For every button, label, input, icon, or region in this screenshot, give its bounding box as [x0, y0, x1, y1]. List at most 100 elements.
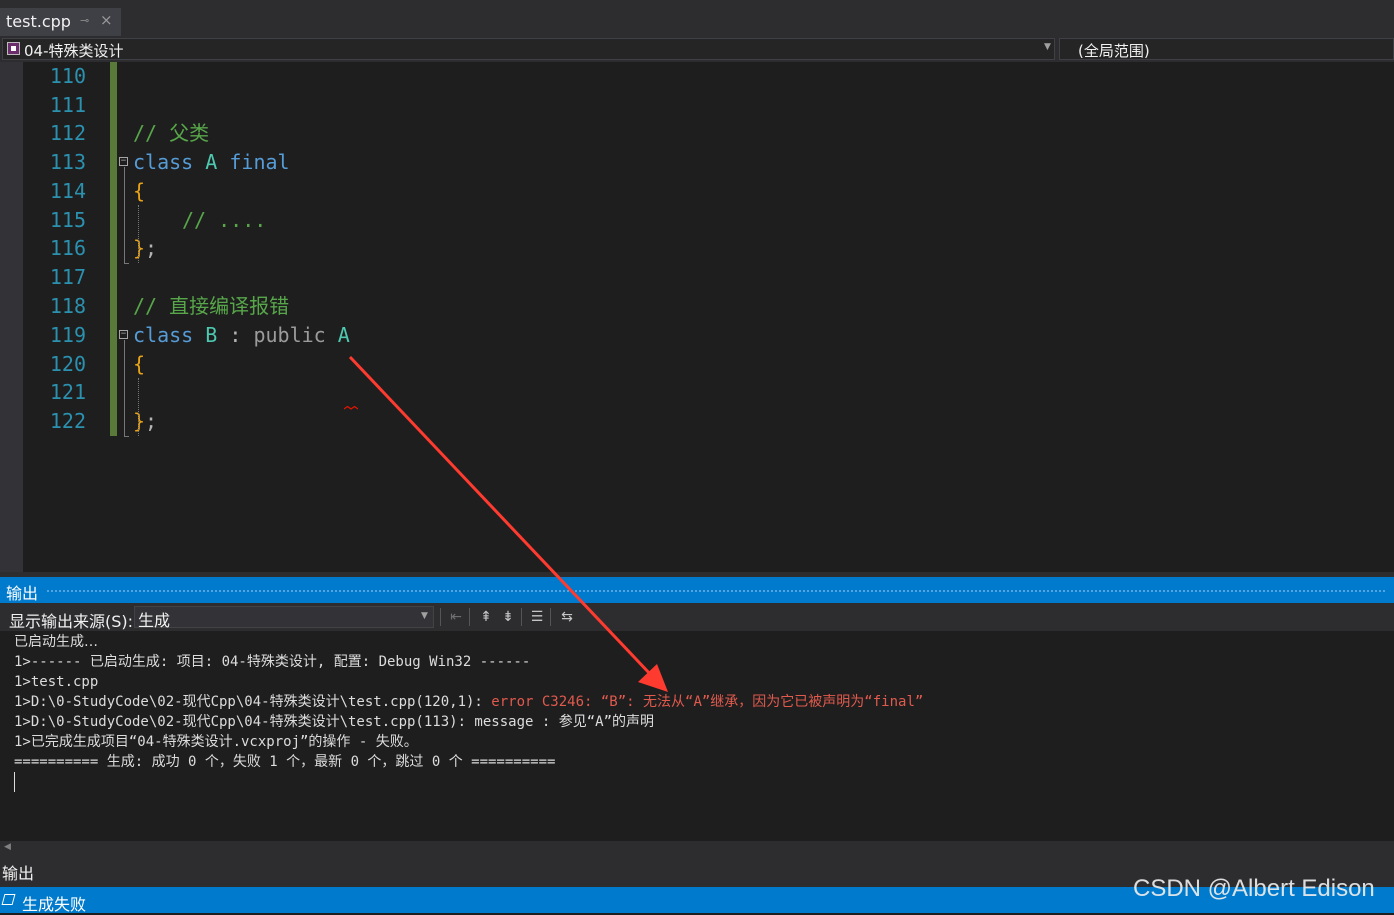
- navigation-bar: 04-特殊类设计 ▼ (全局范围): [0, 36, 1394, 62]
- drag-grip[interactable]: [46, 589, 1386, 593]
- semicolon: ;: [145, 236, 158, 260]
- toggle-word-wrap-icon[interactable]: ⇆: [558, 608, 576, 626]
- chevron-down-icon: ▼: [421, 611, 428, 621]
- status-text: 生成失败: [22, 895, 87, 914]
- code-editor[interactable]: 110 111 112 // 父类 113 − class A final 11…: [0, 62, 1394, 572]
- line-number: 118: [49, 294, 86, 318]
- line-number: 119: [49, 323, 86, 347]
- toolbar-separator: [469, 608, 470, 626]
- close-icon[interactable]: ×: [100, 11, 113, 29]
- watermark: CSDN @Albert Edison: [1133, 875, 1375, 902]
- clear-all-icon[interactable]: ☰: [528, 608, 546, 626]
- keyword: final: [229, 150, 290, 174]
- code-text: };: [133, 234, 157, 263]
- code-line: 118 // 直接编译报错: [0, 292, 1394, 321]
- code-line: 120 {: [0, 350, 1394, 379]
- code-line: 121: [0, 378, 1394, 407]
- output-line: ========== 生成: 成功 0 个，失败 1 个，最新 0 个，跳过 0…: [14, 754, 556, 770]
- code-text: class B : public A: [133, 321, 350, 350]
- outline-bracket: [124, 340, 129, 437]
- type-name: A: [205, 150, 218, 174]
- indent-guide: [138, 378, 139, 436]
- scope-dropdown[interactable]: (全局范围): [1059, 38, 1394, 60]
- find-previous-icon[interactable]: ⇞: [477, 608, 495, 626]
- line-number: 113: [49, 150, 86, 174]
- output-line: 已启动生成…: [14, 634, 98, 650]
- code-line: 110: [0, 62, 1394, 91]
- code-line: 119 − class B : public A: [0, 321, 1394, 350]
- output-text-area[interactable]: 已启动生成… 1>------ 已启动生成: 项目: 04-特殊类设计, 配置:…: [0, 631, 1394, 841]
- line-number: 110: [49, 64, 86, 88]
- output-source-value: 生成: [138, 611, 171, 630]
- comment: // ....: [182, 208, 267, 232]
- open-brace: {: [133, 352, 146, 376]
- semicolon: ;: [145, 409, 158, 433]
- comment: // 父类: [133, 121, 210, 145]
- output-line: 1>D:\0-StudyCode\02-现代Cpp\04-特殊类设计\test.…: [14, 714, 655, 730]
- build-status-icon: [1, 894, 16, 905]
- keyword: class: [133, 323, 194, 347]
- code-line: 113 − class A final: [0, 148, 1394, 177]
- horizontal-scrollbar[interactable]: ◀: [0, 841, 1394, 857]
- open-brace: {: [133, 179, 146, 203]
- indent-guide: [138, 205, 139, 263]
- output-line: 1>已完成生成项目“04-特殊类设计.vcxproj”的操作 - 失败。: [14, 734, 418, 750]
- output-line: 1>------ 已启动生成: 项目: 04-特殊类设计, 配置: Debug …: [14, 654, 531, 670]
- goto-previous-message-icon[interactable]: ⇤: [447, 608, 465, 626]
- line-number: 115: [49, 208, 86, 232]
- line-number: 112: [49, 121, 86, 145]
- pin-icon[interactable]: ⊸: [80, 14, 89, 27]
- error-message: error C3246: “B”: 无法从“A”继承，因为它已被声明为“fina…: [491, 694, 924, 710]
- output-toolbar: 显示输出来源(S): 生成 ▼ ⇤ ⇞ ⇟ ☰ ⇆: [0, 603, 1394, 631]
- error-squiggle: [344, 406, 358, 410]
- code-line: 111: [0, 91, 1394, 120]
- scroll-left-icon[interactable]: ◀: [4, 842, 11, 852]
- comment: // 直接编译报错: [133, 294, 290, 318]
- line-number: 121: [49, 380, 86, 404]
- code-line: 116 };: [0, 234, 1394, 263]
- close-brace: }: [133, 409, 146, 433]
- tab-output[interactable]: 输出: [0, 860, 36, 884]
- output-panel-title: 输出: [6, 584, 39, 603]
- text-caret: [14, 772, 15, 792]
- line-number: 122: [49, 409, 86, 433]
- code-text: class A final: [133, 148, 290, 177]
- output-source-dropdown[interactable]: 生成 ▼: [134, 606, 434, 630]
- scope-label: (全局范围): [1078, 42, 1150, 60]
- toolbar-separator: [550, 608, 551, 626]
- document-tab-strip: test.cpp ⊸ ×: [0, 0, 1394, 36]
- output-line: 1>D:\0-StudyCode\02-现代Cpp\04-特殊类设计\test.…: [14, 692, 923, 712]
- colon: :: [229, 323, 242, 347]
- line-number: 120: [49, 352, 86, 376]
- tab-label: test.cpp: [6, 12, 71, 31]
- code-line: 112 // 父类: [0, 119, 1394, 148]
- toolbar-separator: [521, 608, 522, 626]
- output-source-label: 显示输出来源(S):: [9, 612, 134, 631]
- code-line: 115 // ....: [0, 206, 1394, 235]
- type-name: B: [205, 323, 218, 347]
- base-type-name: A: [337, 323, 350, 347]
- project-name: 04-特殊类设计: [24, 42, 124, 60]
- output-panel-header: 输出: [0, 577, 1394, 603]
- project-icon: [7, 42, 20, 55]
- output-line: 1>test.cpp: [14, 674, 99, 690]
- error-location: 1>D:\0-StudyCode\02-现代Cpp\04-特殊类设计\test.…: [14, 694, 492, 710]
- line-number: 111: [49, 93, 86, 117]
- collapse-icon[interactable]: −: [119, 157, 128, 166]
- toolbar-separator: [440, 608, 441, 626]
- chevron-down-icon: ▼: [1044, 42, 1051, 52]
- code-line: 117: [0, 263, 1394, 292]
- code-line: 114 {: [0, 177, 1394, 206]
- code-line: 122 };: [0, 407, 1394, 436]
- keyword: public: [253, 323, 326, 347]
- find-next-icon[interactable]: ⇟: [499, 608, 517, 626]
- line-number: 117: [49, 265, 86, 289]
- code-text: };: [133, 407, 157, 436]
- collapse-icon[interactable]: −: [119, 330, 128, 339]
- outline-bracket: [124, 167, 129, 264]
- line-number: 116: [49, 236, 86, 260]
- close-brace: }: [133, 236, 146, 260]
- line-number: 114: [49, 179, 86, 203]
- tab-test-cpp[interactable]: test.cpp ⊸ ×: [0, 8, 121, 36]
- project-dropdown[interactable]: 04-特殊类设计 ▼: [2, 38, 1055, 60]
